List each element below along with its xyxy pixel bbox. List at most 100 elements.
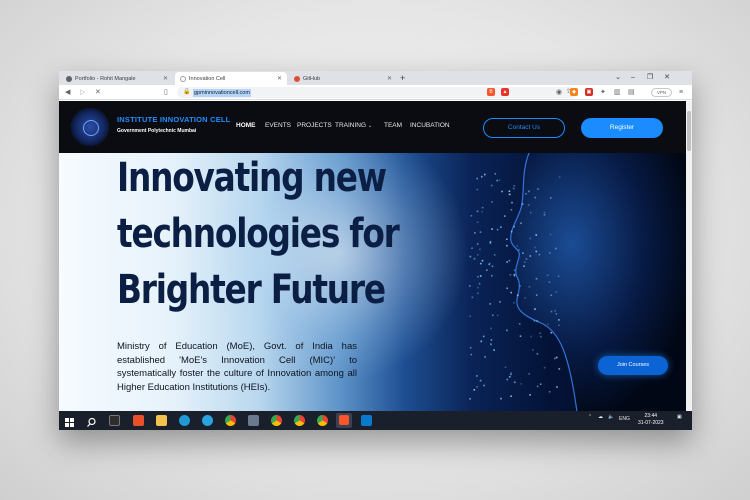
app-red-icon[interactable] xyxy=(133,415,144,426)
register-button[interactable]: Register xyxy=(581,118,663,138)
sidebar-icon[interactable]: ▥ xyxy=(614,87,621,98)
extensions-icon[interactable]: ✦ xyxy=(600,87,606,98)
digital-dot xyxy=(518,249,520,251)
nav-incubation[interactable]: INCUBATION xyxy=(410,122,450,129)
digital-dot xyxy=(506,287,508,290)
digital-dot xyxy=(556,386,558,388)
digital-dot xyxy=(547,323,549,326)
site-header: INSTITUTE INNOVATION CELL Government Pol… xyxy=(59,101,686,153)
digital-dot xyxy=(504,366,507,368)
brave-taskbar-active[interactable] xyxy=(336,413,352,428)
metamask-icon[interactable]: ◆ xyxy=(570,88,578,96)
close-icon[interactable]: ✕ xyxy=(277,75,282,82)
digital-dot xyxy=(519,285,521,287)
minimize-button[interactable]: – xyxy=(625,71,641,85)
digital-dot xyxy=(525,258,528,260)
vpn-button[interactable]: VPN xyxy=(651,88,672,97)
window-close-button[interactable]: ✕ xyxy=(659,71,675,85)
menu-icon[interactable]: ≡ xyxy=(679,87,683,98)
digital-dot xyxy=(506,238,508,240)
address-bar[interactable]: 🔒 gpminnovationcell.com ⇪ xyxy=(177,87,577,98)
digital-dot xyxy=(492,314,494,317)
digital-dot xyxy=(546,274,549,277)
file-explorer-icon[interactable] xyxy=(156,415,167,426)
stop-button[interactable]: ✕ xyxy=(95,87,101,98)
edge-icon[interactable] xyxy=(179,415,190,426)
digital-dot xyxy=(489,242,492,244)
digital-dot xyxy=(469,315,471,318)
tab-label: Innovation Cell xyxy=(189,75,226,82)
language-indicator[interactable]: ENG xyxy=(619,416,630,422)
digital-dot xyxy=(499,301,501,303)
digital-dot xyxy=(550,331,553,334)
back-button[interactable]: ◀ xyxy=(65,87,70,98)
notification-icon[interactable]: ▣ xyxy=(677,414,682,420)
maximize-button[interactable]: ❐ xyxy=(642,71,658,85)
nav-training[interactable]: TRAINING ⌄ xyxy=(335,122,372,129)
brave-rewards-icon[interactable]: ▲ xyxy=(501,88,509,96)
nav-events[interactable]: EVENTS xyxy=(265,122,291,129)
url-text[interactable]: gpminnovationcell.com xyxy=(193,88,251,97)
join-courses-button[interactable]: Join Courses xyxy=(598,356,668,375)
terminal-icon[interactable] xyxy=(109,415,120,426)
close-icon[interactable]: ✕ xyxy=(387,75,392,82)
digital-dot xyxy=(543,211,546,214)
nav-training-label: TRAINING xyxy=(335,122,367,129)
telegram-icon[interactable] xyxy=(202,415,213,426)
digital-dot xyxy=(554,357,556,360)
digital-dot xyxy=(474,232,476,234)
browser-window: Portfolio - Rohit Mangale ✕ Innovation C… xyxy=(59,71,692,430)
tab-github[interactable]: GitHub ✕ xyxy=(289,72,397,85)
chrome-profile-3-icon[interactable] xyxy=(294,415,305,426)
windows-start-icon[interactable] xyxy=(64,415,75,427)
digital-dot xyxy=(529,255,532,257)
digital-dot xyxy=(469,398,471,400)
digital-dot xyxy=(536,353,539,355)
nav-home[interactable]: HOME xyxy=(236,122,256,129)
wallet-icon[interactable]: ▤ xyxy=(628,87,635,98)
new-tab-button[interactable]: + xyxy=(400,72,405,84)
digital-dot xyxy=(555,356,558,359)
digital-dot xyxy=(534,308,536,310)
forward-button[interactable]: ▷ xyxy=(80,87,85,98)
tab-search-icon[interactable]: ⌄ xyxy=(610,71,626,85)
nav-team[interactable]: TEAM xyxy=(384,122,402,129)
digital-dot xyxy=(516,294,519,297)
digital-dot xyxy=(479,231,482,233)
digital-dot xyxy=(476,210,479,213)
contact-us-button[interactable]: Contact Us xyxy=(483,118,565,138)
bookmark-icon[interactable]: ▯ xyxy=(164,87,168,98)
close-icon[interactable]: ✕ xyxy=(163,75,168,82)
volume-icon[interactable]: 🔈 xyxy=(608,414,614,420)
windows-taskbar: ⌃ ☁ 🔈 ENG 23:44 31-07-2023 ▣ xyxy=(59,411,692,430)
clock[interactable]: 23:44 31-07-2023 xyxy=(638,413,664,427)
chrome-profile-2-icon[interactable] xyxy=(271,415,282,426)
brand-title[interactable]: INSTITUTE INNOVATION CELL xyxy=(117,115,230,124)
digital-dot xyxy=(469,255,472,258)
search-icon[interactable] xyxy=(86,415,97,427)
digital-dot xyxy=(482,335,485,338)
extension-badge-icon[interactable]: ▣ xyxy=(585,88,593,96)
digital-dot xyxy=(525,192,527,195)
digital-dot xyxy=(548,281,551,283)
digital-dot xyxy=(506,329,508,332)
vscode-icon[interactable] xyxy=(361,415,372,426)
tab-innovation-cell[interactable]: Innovation Cell ✕ xyxy=(175,72,287,85)
network-icon[interactable]: ☁ xyxy=(598,414,603,420)
digital-dot xyxy=(535,277,538,280)
chevron-up-icon[interactable]: ⌃ xyxy=(588,414,592,420)
nav-projects[interactable]: PROJECTS xyxy=(297,122,332,129)
logo[interactable] xyxy=(71,108,109,146)
chrome-icon[interactable] xyxy=(225,415,236,426)
digital-dot xyxy=(521,203,524,205)
calculator-icon[interactable] xyxy=(248,415,259,426)
tab-portfolio[interactable]: Portfolio - Rohit Mangale ✕ xyxy=(61,72,173,85)
brave-shield-icon[interactable]: B xyxy=(487,88,495,96)
digital-dot xyxy=(479,379,482,382)
camera-icon[interactable]: ◉ xyxy=(556,87,562,98)
scrollbar-thumb[interactable] xyxy=(687,111,691,151)
chrome-profile-4-icon[interactable] xyxy=(317,415,328,426)
digital-dot xyxy=(535,250,538,253)
scrollbar[interactable] xyxy=(686,101,692,412)
digital-dot xyxy=(543,366,546,369)
